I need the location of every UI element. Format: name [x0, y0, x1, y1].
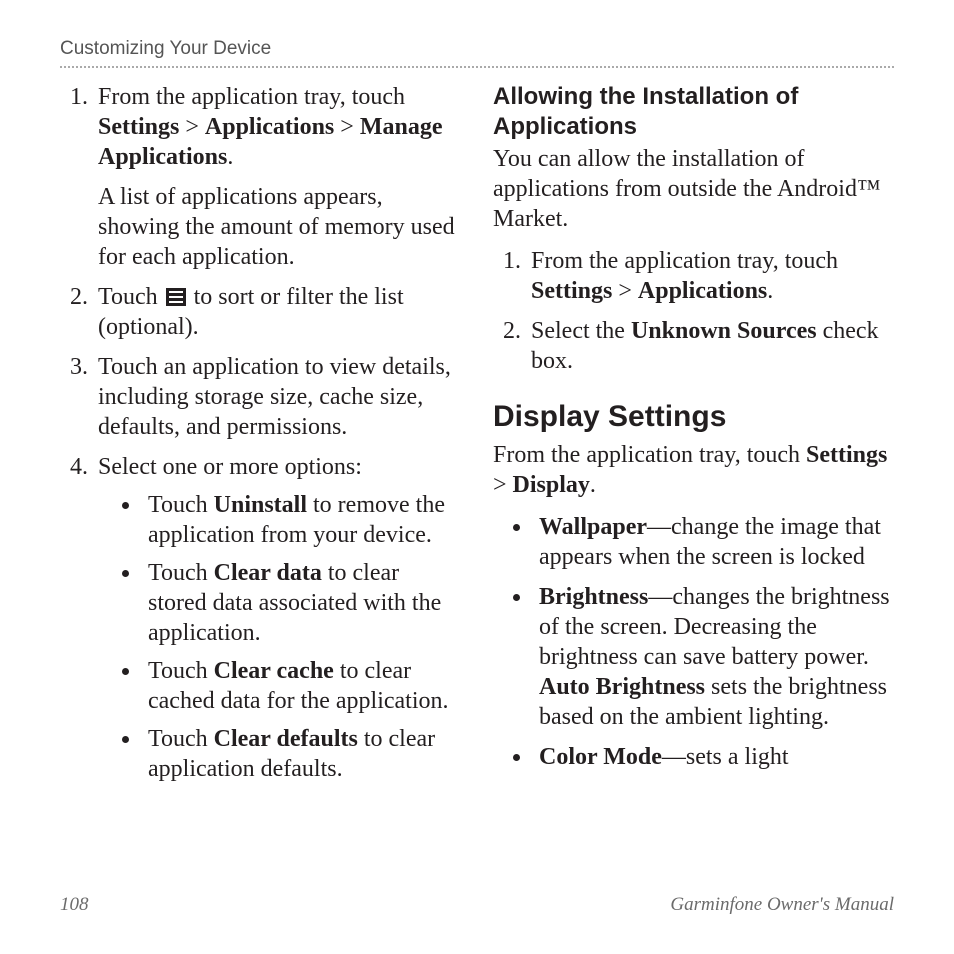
rstep2-prefix: Select the: [531, 318, 631, 344]
dsintro-bold-settings: Settings: [806, 442, 887, 468]
step1-sep1: >: [179, 114, 205, 140]
section-title-allowing: Allowing the Installation of Application…: [493, 82, 894, 142]
menu-icon: [166, 288, 186, 306]
left-step-3: Touch an application to view details, in…: [94, 352, 461, 442]
step2-prefix: Touch: [98, 284, 164, 310]
opt-clear-defaults: Touch Clear defaults to clear applicatio…: [142, 724, 461, 784]
step1-prefix: From the application tray, touch: [98, 84, 405, 110]
opt2-prefix: Touch: [148, 560, 214, 586]
dsintro-sep: >: [493, 472, 513, 498]
left-step-4: Select one or more options: Touch Uninst…: [94, 452, 461, 784]
page-footer: 108 Garminfone Owner's Manual: [60, 894, 894, 916]
feat2-bold1: Brightness: [539, 584, 648, 610]
opt1-prefix: Touch: [148, 492, 214, 518]
feat1-bold: Wallpaper: [539, 514, 647, 540]
step1-suffix: .: [227, 144, 233, 170]
dsintro-prefix: From the application tray, touch: [493, 442, 806, 468]
left-step-2: Touch to sort or filter the list (option…: [94, 282, 461, 342]
dsintro-suffix: .: [590, 472, 596, 498]
display-feature-list: Wallpaper—change the image that appears …: [493, 512, 894, 772]
page-number: 108: [60, 894, 89, 916]
feature-color-mode: Color Mode—sets a light: [533, 742, 894, 772]
rstep1-bold-settings: Settings: [531, 278, 612, 304]
feat3-bold: Color Mode: [539, 744, 662, 770]
opt-clear-cache: Touch Clear cache to clear cached data f…: [142, 656, 461, 716]
rstep1-prefix: From the application tray, touch: [531, 248, 838, 274]
feat2-bold2: Auto Brightness: [539, 674, 705, 700]
dsintro-bold-display: Display: [513, 472, 590, 498]
left-column: From the application tray, touch Setting…: [60, 82, 461, 794]
left-step-1: From the application tray, touch Setting…: [94, 82, 461, 272]
step1-bold-applications: Applications: [205, 114, 334, 140]
section-title-display: Display Settings: [493, 398, 894, 436]
right-column: Allowing the Installation of Application…: [493, 82, 894, 794]
step1-bold-settings: Settings: [98, 114, 179, 140]
running-head: Customizing Your Device: [60, 38, 894, 68]
feature-brightness: Brightness—changes the brightness of the…: [533, 582, 894, 732]
section-intro-allowing: You can allow the installation of applic…: [493, 144, 894, 234]
right-step-1: From the application tray, touch Setting…: [527, 246, 894, 306]
right-ordered-list: From the application tray, touch Setting…: [493, 246, 894, 376]
opt-clear-data: Touch Clear data to clear stored data as…: [142, 558, 461, 648]
opt-uninstall: Touch Uninstall to remove the applicatio…: [142, 490, 461, 550]
manual-page: Customizing Your Device From the applica…: [0, 0, 954, 954]
right-step-2: Select the Unknown Sources check box.: [527, 316, 894, 376]
rstep2-bold: Unknown Sources: [631, 318, 817, 344]
two-columns: From the application tray, touch Setting…: [60, 82, 894, 794]
step4-options: Touch Uninstall to remove the applicatio…: [98, 490, 461, 784]
feat3-suffix: —sets a light: [662, 744, 789, 770]
rstep1-bold-applications: Applications: [638, 278, 767, 304]
opt3-prefix: Touch: [148, 658, 214, 684]
opt1-bold: Uninstall: [214, 492, 307, 518]
step1-sep2: >: [334, 114, 360, 140]
step4-lead: Select one or more options:: [98, 454, 362, 480]
opt4-prefix: Touch: [148, 726, 214, 752]
footer-doc-title: Garminfone Owner's Manual: [670, 894, 894, 916]
left-ordered-list: From the application tray, touch Setting…: [60, 82, 461, 784]
opt3-bold: Clear cache: [214, 658, 334, 684]
rstep1-sep: >: [612, 278, 638, 304]
opt2-bold: Clear data: [214, 560, 322, 586]
rstep1-suffix: .: [767, 278, 773, 304]
feature-wallpaper: Wallpaper—change the image that appears …: [533, 512, 894, 572]
step1-follow: A list of applications appears, showing …: [98, 182, 461, 272]
opt4-bold: Clear defaults: [214, 726, 358, 752]
display-intro: From the application tray, touch Setting…: [493, 440, 894, 500]
